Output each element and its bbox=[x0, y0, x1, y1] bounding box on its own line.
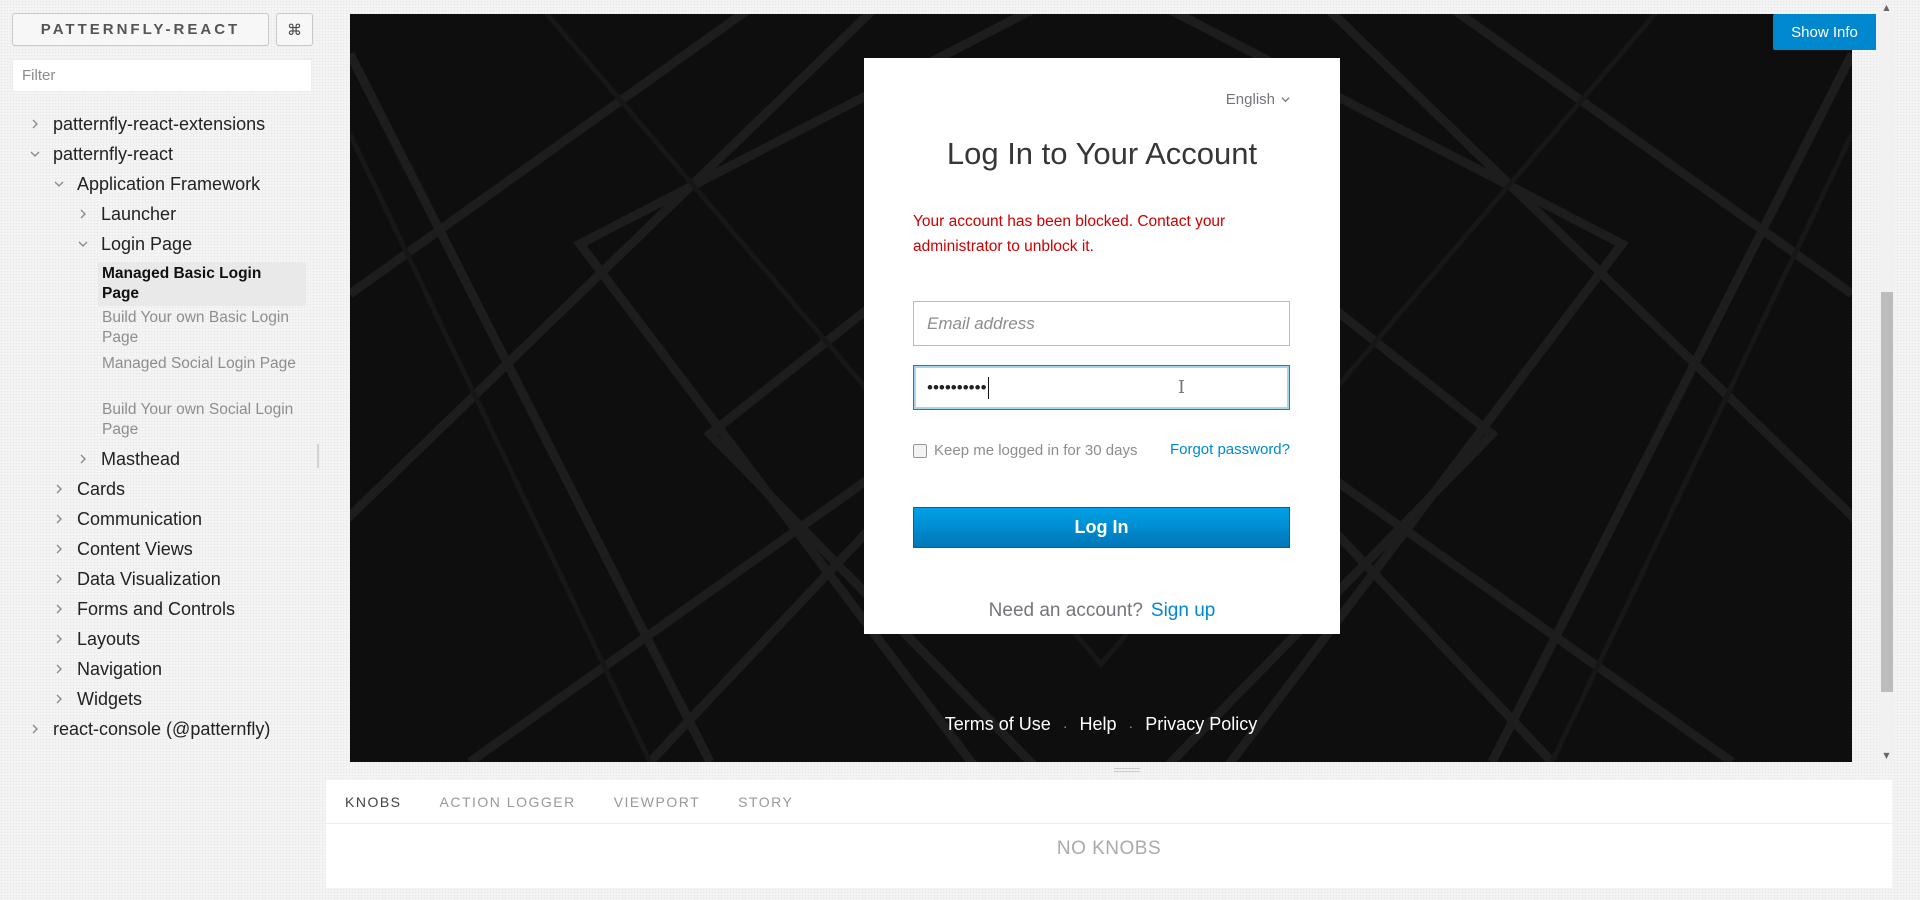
tree-item-widgets[interactable]: Widgets bbox=[53, 686, 142, 712]
tree-item-masthead[interactable]: Masthead bbox=[77, 446, 180, 472]
story-managed-social-login-page[interactable]: Managed Social Login Page bbox=[98, 354, 306, 374]
tab-story[interactable]: STORY bbox=[738, 794, 793, 810]
signup-prompt: Need an account? bbox=[988, 600, 1143, 621]
chevron-right-icon bbox=[53, 693, 65, 705]
no-knobs-message: NO KNOBS bbox=[1056, 838, 1162, 859]
terms-of-use-link[interactable]: Terms of Use bbox=[945, 714, 1051, 738]
tree-item-communication[interactable]: Communication bbox=[53, 506, 202, 532]
scroll-down-arrow-icon[interactable]: ▼ bbox=[1878, 748, 1895, 762]
privacy-policy-link[interactable]: Privacy Policy bbox=[1145, 714, 1257, 738]
tree-item-patternfly-react-extensions[interactable]: patternfly-react-extensions bbox=[29, 111, 265, 137]
tree-item-label: Widgets bbox=[77, 688, 143, 709]
brand-button[interactable]: PATTERNFLY-REACT bbox=[12, 13, 269, 46]
tree-item-label: Navigation bbox=[77, 658, 163, 679]
tree-item-label: Data Visualization bbox=[77, 568, 221, 589]
sidebar-resize-handle[interactable] bbox=[317, 444, 319, 468]
tree-item-react-console[interactable]: react-console (@patternfly) bbox=[29, 716, 270, 742]
tree-item-patternfly-react[interactable]: patternfly-react bbox=[29, 141, 173, 167]
link-separator: · bbox=[1128, 718, 1134, 734]
tree-item-forms-and-controls[interactable]: Forms and Controls bbox=[53, 596, 235, 622]
tree-item-label: react-console (@patternfly) bbox=[53, 718, 271, 739]
tree-item-application-framework[interactable]: Application Framework bbox=[53, 171, 260, 197]
login-footer-links: Terms of Use · Help · Privacy Policy bbox=[350, 714, 1852, 738]
login-button[interactable]: Log In bbox=[913, 507, 1290, 548]
login-title: Log In to Your Account bbox=[946, 136, 1258, 171]
link-separator: · bbox=[1062, 718, 1068, 734]
text-cursor-icon: I bbox=[1177, 377, 1185, 398]
tab-viewport[interactable]: VIEWPORT bbox=[614, 794, 700, 810]
scroll-up-arrow-icon[interactable]: ▲ bbox=[1878, 0, 1895, 14]
tree-item-content-views[interactable]: Content Views bbox=[53, 536, 193, 562]
tree-item-label: patternfly-react bbox=[53, 143, 174, 164]
remember-me-checkbox[interactable] bbox=[913, 443, 927, 458]
password-field[interactable]: •••••••••• I bbox=[913, 365, 1290, 410]
forgot-password-link[interactable]: Forgot password? bbox=[1170, 441, 1290, 458]
story-build-your-own-basic-login-page[interactable]: Build Your own Basic Login Page bbox=[98, 308, 306, 348]
chevron-down-icon bbox=[29, 148, 41, 160]
panel-resize-handle[interactable] bbox=[1114, 768, 1140, 772]
chevron-right-icon bbox=[29, 723, 41, 735]
tab-knobs[interactable]: KNOBS bbox=[345, 794, 402, 810]
storybook-sidebar: PATTERNFLY-REACT ⌘ patternfly-react-exte… bbox=[0, 0, 322, 900]
tree-item-label: Communication bbox=[77, 508, 203, 529]
scrollbar-thumb[interactable] bbox=[1881, 292, 1893, 692]
story-managed-basic-login-page[interactable]: Managed Basic Login Page bbox=[98, 262, 306, 306]
chevron-right-icon bbox=[53, 603, 65, 615]
login-card: English Log In to Your Account Your acco… bbox=[864, 58, 1340, 634]
filter-input[interactable] bbox=[12, 59, 312, 92]
tree-item-label: Content Views bbox=[77, 538, 193, 559]
signup-link[interactable]: Sign up bbox=[1151, 600, 1215, 621]
show-info-button[interactable]: Show Info bbox=[1773, 14, 1876, 50]
tree-item-launcher[interactable]: Launcher bbox=[77, 201, 176, 227]
chevron-down-icon bbox=[53, 178, 65, 190]
remember-me[interactable]: Keep me logged in for 30 days bbox=[913, 442, 1137, 459]
chevron-down-icon bbox=[1281, 91, 1290, 108]
addon-tab-bar: KNOBS ACTION LOGGER VIEWPORT STORY bbox=[326, 780, 1892, 824]
addons-panel: KNOBS ACTION LOGGER VIEWPORT STORY NO KN… bbox=[326, 780, 1892, 888]
tree-item-label: Launcher bbox=[101, 203, 177, 224]
tree-item-label: Forms and Controls bbox=[77, 598, 236, 619]
signup-row: Need an account? Sign up bbox=[864, 600, 1340, 622]
tab-action-logger[interactable]: ACTION LOGGER bbox=[440, 794, 576, 810]
chevron-right-icon bbox=[77, 208, 89, 220]
chevron-right-icon bbox=[53, 573, 65, 585]
help-link[interactable]: Help bbox=[1079, 714, 1116, 738]
language-selector[interactable]: English bbox=[1226, 91, 1290, 108]
tree-item-label: Cards bbox=[77, 478, 126, 499]
chevron-right-icon bbox=[53, 663, 65, 675]
chevron-right-icon bbox=[77, 453, 89, 465]
chevron-right-icon bbox=[53, 633, 65, 645]
command-key-icon: ⌘ bbox=[287, 20, 302, 39]
tree-item-data-visualization[interactable]: Data Visualization bbox=[53, 566, 221, 592]
error-message: Your account has been blocked. Contact y… bbox=[913, 213, 1226, 255]
story-preview: English Log In to Your Account Your acco… bbox=[350, 14, 1852, 762]
email-field[interactable]: Email address bbox=[913, 301, 1290, 346]
chevron-right-icon bbox=[53, 483, 65, 495]
tree-item-cards[interactable]: Cards bbox=[53, 476, 125, 502]
chevron-right-icon bbox=[53, 513, 65, 525]
tree-item-login-page[interactable]: Login Page bbox=[77, 231, 192, 257]
text-caret bbox=[987, 376, 989, 399]
password-value: •••••••••• bbox=[927, 377, 987, 397]
tree-item-label: Layouts bbox=[77, 628, 141, 649]
tree-item-label: patternfly-react-extensions bbox=[53, 113, 266, 134]
tree-item-label: Login Page bbox=[101, 233, 193, 254]
remember-me-label: Keep me logged in for 30 days bbox=[934, 442, 1138, 459]
chevron-right-icon bbox=[29, 118, 41, 130]
email-placeholder: Email address bbox=[927, 313, 1035, 333]
chevron-right-icon bbox=[53, 543, 65, 555]
tree-item-layouts[interactable]: Layouts bbox=[53, 626, 140, 652]
language-label: English bbox=[1225, 91, 1275, 108]
tree-item-label: Masthead bbox=[101, 448, 181, 469]
tree-item-navigation[interactable]: Navigation bbox=[53, 656, 162, 682]
keyboard-shortcuts-button[interactable]: ⌘ bbox=[276, 13, 313, 46]
story-build-your-own-social-login-page[interactable]: Build Your own Social Login Page bbox=[98, 400, 306, 440]
chevron-down-icon bbox=[77, 238, 89, 250]
tree-item-label: Application Framework bbox=[77, 173, 261, 194]
